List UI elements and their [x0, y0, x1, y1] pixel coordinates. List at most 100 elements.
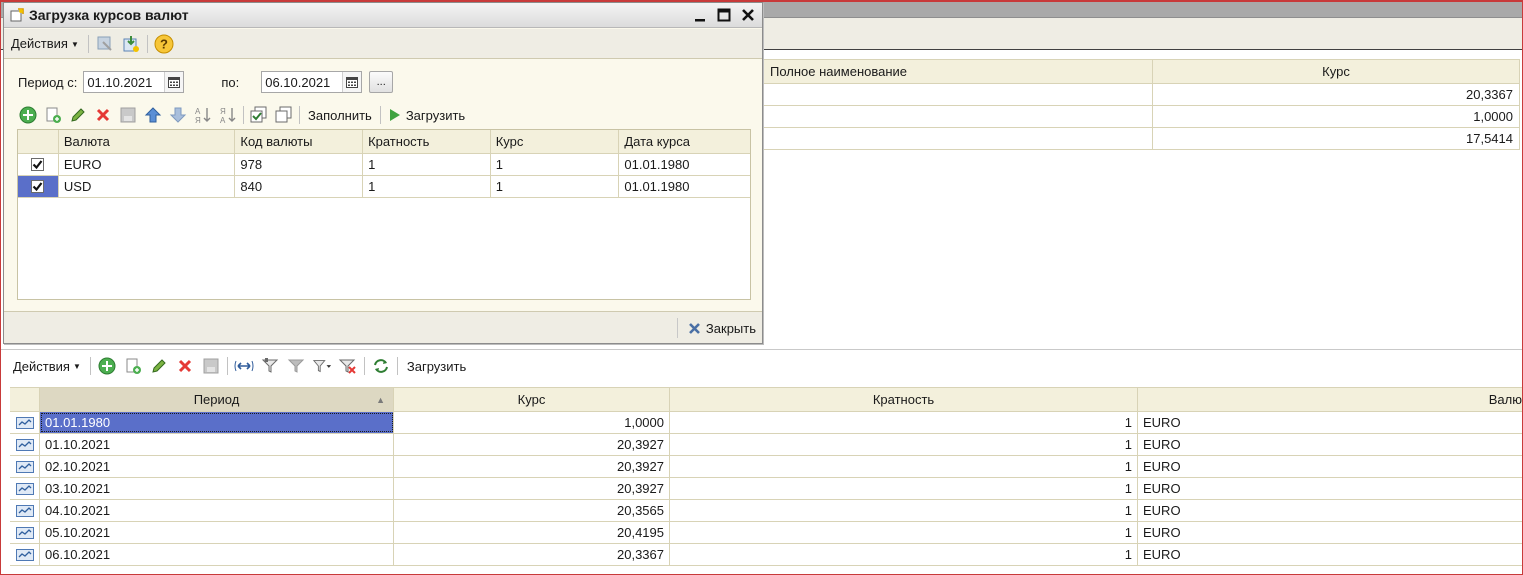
table-row[interactable]: 02.10.2021 20,3927 1 EURO [10, 456, 1522, 478]
row-checkbox[interactable] [31, 158, 45, 171]
dialog-actions-menu[interactable]: Действия ▼ [8, 36, 82, 51]
column-header-full-name[interactable]: Полное наименование [762, 60, 1153, 83]
cell-full-name [762, 106, 1153, 127]
cell-multiplicity: 1 [363, 154, 491, 175]
column-header-currency-code[interactable]: Код валюты [235, 130, 364, 153]
cell-currency: EURO [1143, 459, 1181, 474]
cell-rate-date: 01.01.1980 [624, 157, 690, 172]
copy-icon[interactable] [43, 105, 63, 125]
actions-menu[interactable]: Действия ▼ [10, 359, 84, 374]
move-up-icon[interactable] [143, 105, 163, 125]
copy-icon[interactable] [123, 356, 143, 376]
cell-multiplicity: 1 [670, 456, 1138, 477]
table-row[interactable]: 04.10.2021 20,3565 1 EURO [10, 500, 1522, 522]
import-icon[interactable] [95, 34, 115, 54]
table-row[interactable]: USD 840 1 1 01.01.1980 [18, 176, 750, 198]
filter-settings-icon[interactable] [260, 356, 280, 376]
column-header-currency[interactable]: Валю [1138, 388, 1522, 411]
column-header-rate[interactable]: Курс [1153, 60, 1520, 83]
svg-text:A: A [195, 107, 201, 116]
period-from-field[interactable] [83, 71, 185, 93]
table-row[interactable]: 20,3367 [762, 84, 1520, 106]
delete-icon[interactable] [175, 356, 195, 376]
column-header-period-label: Период [193, 392, 240, 407]
minimize-icon[interactable] [692, 6, 708, 24]
maximize-icon[interactable] [716, 6, 732, 24]
cell-currency: EURO [1143, 437, 1181, 452]
save-icon[interactable] [201, 356, 221, 376]
refresh-icon[interactable] [371, 356, 391, 376]
table-row[interactable]: 01.01.1980 1,0000 1 EURO [10, 412, 1522, 434]
calendar-icon[interactable] [342, 72, 362, 92]
column-header-rate[interactable]: Курс [394, 388, 670, 411]
close-icon[interactable] [740, 6, 756, 24]
load-button[interactable]: Загрузить [404, 359, 469, 374]
filter-icon[interactable] [286, 356, 306, 376]
filter-dropdown-icon[interactable] [312, 356, 332, 376]
table-row[interactable]: 03.10.2021 20,3927 1 EURO [10, 478, 1522, 500]
panel-divider [0, 349, 1523, 350]
load-button[interactable]: Загрузить [386, 108, 468, 123]
dialog-titlebar[interactable]: Загрузка курсов валют [4, 3, 762, 28]
column-header-currency[interactable]: Валюта [59, 130, 236, 153]
column-header-period[interactable]: Период ▲ [40, 388, 394, 411]
cell-period: 06.10.2021 [40, 544, 394, 565]
move-down-icon[interactable] [168, 105, 188, 125]
add-icon[interactable] [97, 356, 117, 376]
period-from-input[interactable] [84, 73, 165, 91]
cell-rate: 20,3367 [394, 544, 670, 565]
cell-period: 01.01.1980 [40, 412, 394, 433]
uncheck-all-icon[interactable] [274, 105, 294, 125]
close-button-label: Закрыть [705, 320, 756, 336]
cell-rate: 1,0000 [1153, 106, 1520, 127]
table-row[interactable]: 17,5414 [762, 128, 1520, 150]
download-to-table-icon[interactable] [121, 34, 141, 54]
edit-icon[interactable] [68, 105, 88, 125]
table-row[interactable]: 1,0000 [762, 106, 1520, 128]
rates-grid-header: Период ▲ Курс Кратность Валю [10, 387, 1522, 412]
load-button-label: Загрузить [405, 107, 466, 123]
sort-descending-icon[interactable]: ЯA [218, 105, 238, 125]
cell-multiplicity: 1 [670, 434, 1138, 455]
table-row[interactable]: 01.10.2021 20,3927 1 EURO [10, 434, 1522, 456]
cell-multiplicity: 1 [363, 176, 491, 197]
column-header-icon [10, 388, 40, 411]
row-checkbox[interactable] [31, 180, 45, 193]
close-button[interactable]: Закрыть [676, 318, 756, 338]
table-row[interactable]: EURO 978 1 1 01.01.1980 [18, 154, 750, 176]
cell-multiplicity: 1 [670, 500, 1138, 521]
column-header-multiplicity[interactable]: Кратность [670, 388, 1138, 411]
cell-currency: USD [59, 176, 236, 197]
table-row[interactable]: 05.10.2021 20,4195 1 EURO [10, 522, 1522, 544]
calendar-icon[interactable] [164, 72, 184, 92]
period-to-input[interactable] [262, 73, 343, 91]
period-from-label: Период с: [18, 74, 78, 90]
delete-icon[interactable] [93, 105, 113, 125]
table-row[interactable]: 06.10.2021 20,3367 1 EURO [10, 544, 1522, 566]
record-icon [10, 456, 40, 477]
period-to-field[interactable] [261, 71, 363, 93]
fill-button[interactable]: Заполнить [305, 108, 375, 123]
column-header-rate-date[interactable]: Дата курса [619, 130, 750, 153]
toolbar-separator [89, 357, 91, 375]
help-icon[interactable]: ? [154, 34, 174, 54]
rates-toolbar: Действия ▼ Загрузить [10, 354, 469, 378]
toolbar-separator [243, 106, 244, 124]
record-icon [10, 522, 40, 543]
column-header-multiplicity[interactable]: Кратность [363, 130, 491, 153]
svg-text:Я: Я [195, 116, 201, 124]
save-icon[interactable] [118, 105, 138, 125]
clear-filter-icon[interactable] [338, 356, 358, 376]
arrows-horizontal-icon[interactable] [234, 356, 254, 376]
play-icon [389, 109, 400, 121]
add-icon[interactable] [18, 105, 38, 125]
cell-multiplicity: 1 [670, 478, 1138, 499]
column-header-rate[interactable]: Курс [491, 130, 620, 153]
sort-ascending-icon[interactable]: AЯ [193, 105, 213, 125]
period-choose-button[interactable]: ... [369, 71, 394, 93]
cell-rate: 1,0000 [394, 412, 670, 433]
cell-rate: 20,3927 [394, 434, 670, 455]
cell-full-name [762, 128, 1153, 149]
edit-icon[interactable] [149, 356, 169, 376]
check-all-icon[interactable] [249, 105, 269, 125]
